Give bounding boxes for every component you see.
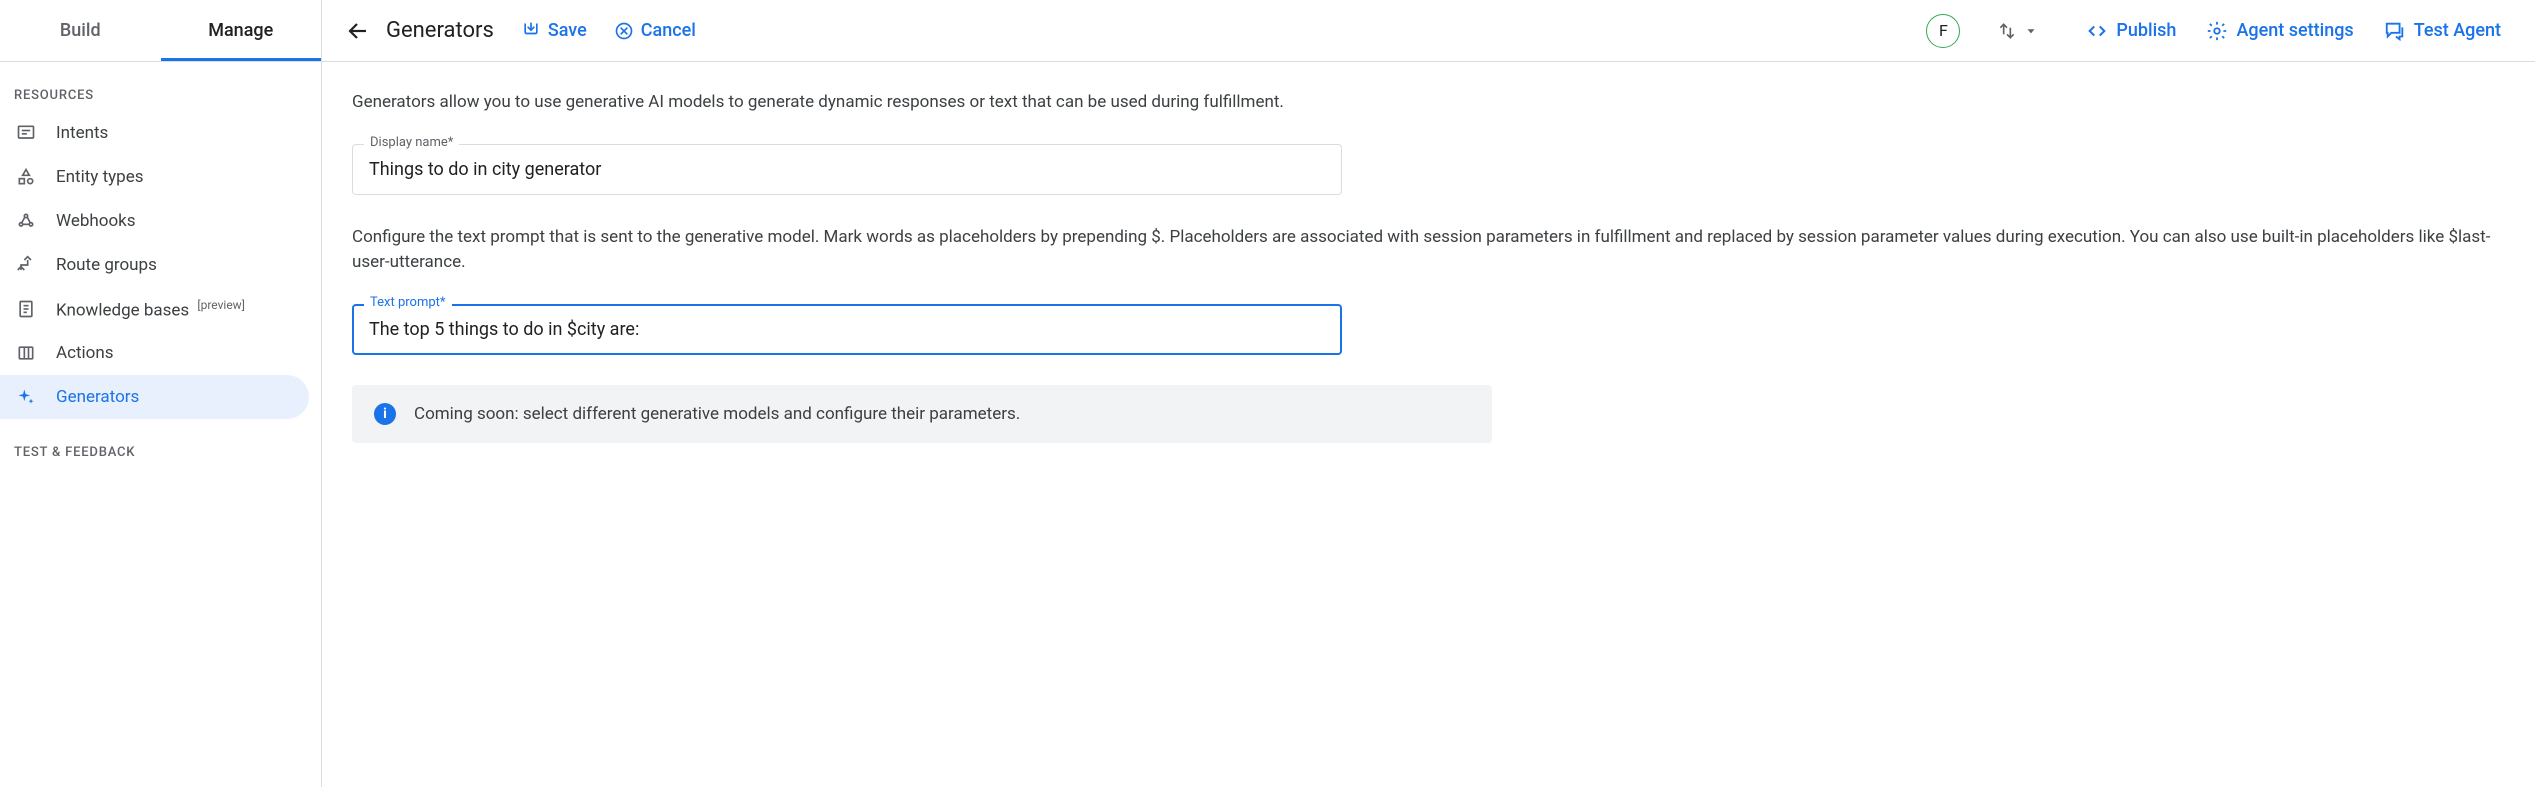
sidebar-item-label: Intents bbox=[56, 123, 108, 143]
publish-label: Publish bbox=[2116, 20, 2176, 41]
display-name-input[interactable] bbox=[352, 144, 1342, 195]
columns-icon bbox=[14, 341, 38, 365]
sidebar-item-generators[interactable]: Generators bbox=[0, 375, 309, 419]
sidebar-item-webhooks[interactable]: Webhooks bbox=[0, 199, 309, 243]
code-icon bbox=[2086, 20, 2108, 42]
info-text: Coming soon: select different generative… bbox=[414, 404, 1020, 424]
sidebar-item-route-groups[interactable]: Route groups bbox=[0, 243, 309, 287]
text-prompt-label: Text prompt* bbox=[364, 295, 452, 310]
chat-icon bbox=[2384, 20, 2406, 42]
info-banner: i Coming soon: select different generati… bbox=[352, 385, 1492, 443]
cancel-icon bbox=[613, 20, 635, 42]
sidebar-item-label: Webhooks bbox=[56, 211, 136, 231]
sidebar-item-actions[interactable]: Actions bbox=[0, 331, 309, 375]
shapes-icon bbox=[14, 165, 38, 189]
sidebar-item-label: Route groups bbox=[56, 255, 157, 275]
page-title: Generators bbox=[386, 18, 494, 43]
chevron-down-icon bbox=[2020, 20, 2042, 42]
prompt-desc: Configure the text prompt that is sent t… bbox=[352, 225, 2505, 276]
content: Generators allow you to use generative A… bbox=[322, 62, 2535, 471]
preview-badge: [preview] bbox=[197, 298, 244, 312]
cancel-button[interactable]: Cancel bbox=[605, 14, 704, 48]
test-agent-button[interactable]: Test Agent bbox=[2374, 14, 2511, 48]
sort-dropdown[interactable] bbox=[1990, 14, 2048, 48]
gear-icon bbox=[2206, 20, 2228, 42]
agent-settings-label: Agent settings bbox=[2236, 20, 2353, 41]
sidebar-item-label: Generators bbox=[56, 387, 139, 407]
sidebar-item-label: Knowledge bases [preview] bbox=[56, 298, 245, 321]
message-icon bbox=[14, 121, 38, 145]
sidebar-item-intents[interactable]: Intents bbox=[0, 111, 309, 155]
display-name-label: Display name* bbox=[364, 135, 459, 150]
sidebar-item-label: Entity types bbox=[56, 167, 144, 187]
save-button[interactable]: Save bbox=[512, 14, 595, 48]
text-prompt-field: Text prompt* bbox=[352, 304, 1342, 355]
info-icon: i bbox=[374, 403, 396, 425]
cancel-label: Cancel bbox=[641, 20, 696, 41]
agent-settings-button[interactable]: Agent settings bbox=[2196, 14, 2363, 48]
route-icon bbox=[14, 253, 38, 277]
webhook-icon bbox=[14, 209, 38, 233]
back-button[interactable] bbox=[340, 13, 376, 49]
sparkle-icon bbox=[14, 385, 38, 409]
arrow-left-icon bbox=[346, 19, 370, 43]
section-header-resources: RESOURCES bbox=[0, 62, 321, 111]
publish-button[interactable]: Publish bbox=[2076, 14, 2186, 48]
tab-build[interactable]: Build bbox=[0, 0, 161, 61]
main: Generators Save Cancel F bbox=[322, 0, 2535, 787]
display-name-field: Display name* bbox=[352, 144, 1342, 195]
nav-list-resources: Intents Entity types Webhooks Route grou… bbox=[0, 111, 321, 419]
sidebar-item-entity-types[interactable]: Entity types bbox=[0, 155, 309, 199]
sidebar-tabs: Build Manage bbox=[0, 0, 321, 62]
sidebar-item-knowledge-bases[interactable]: Knowledge bases [preview] bbox=[0, 287, 309, 331]
avatar[interactable]: F bbox=[1926, 14, 1960, 48]
text-prompt-input[interactable] bbox=[352, 304, 1342, 355]
intro-text: Generators allow you to use generative A… bbox=[352, 90, 2505, 116]
sidebar-item-label: Actions bbox=[56, 343, 114, 363]
tab-manage[interactable]: Manage bbox=[161, 0, 322, 61]
test-agent-label: Test Agent bbox=[2414, 20, 2501, 41]
topbar: Generators Save Cancel F bbox=[322, 0, 2535, 62]
swap-vert-icon bbox=[1996, 20, 2018, 42]
save-icon bbox=[520, 20, 542, 42]
document-icon bbox=[14, 297, 38, 321]
sidebar: Build Manage RESOURCES Intents Entity ty… bbox=[0, 0, 322, 787]
save-label: Save bbox=[548, 20, 587, 41]
section-header-test-feedback: TEST & FEEDBACK bbox=[0, 419, 321, 468]
